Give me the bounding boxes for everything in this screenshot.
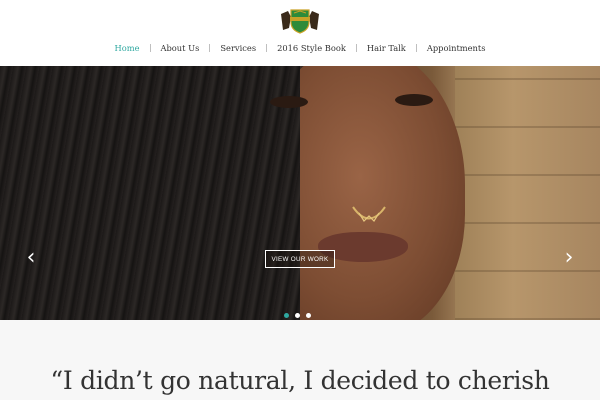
nav-divider (149, 44, 151, 52)
nav-divider (209, 44, 211, 52)
wood-background (455, 66, 600, 320)
slider-dot-3[interactable] (306, 313, 311, 318)
slider-dot-1[interactable] (284, 313, 289, 318)
slider-next-button[interactable]: › (560, 244, 578, 272)
hero-hair (0, 66, 300, 320)
nav-item-home[interactable]: Home (114, 43, 139, 53)
nav-divider (266, 44, 268, 52)
main-nav: Home About Us Services 2016 Style Book H… (0, 41, 600, 55)
nav-item-services[interactable]: Services (220, 43, 256, 53)
slider-prev-button[interactable]: ‹ (22, 244, 40, 272)
nav-divider (355, 44, 357, 52)
page: Home About Us Services 2016 Style Book H… (0, 0, 600, 400)
nav-divider (415, 44, 417, 52)
nav-item-appointments[interactable]: Appointments (427, 43, 486, 53)
hero-eye-left (270, 96, 308, 108)
crest-logo-icon[interactable] (279, 8, 321, 34)
hero-slider: ‹ › (0, 66, 600, 320)
nav-item-about-us[interactable]: About Us (161, 43, 200, 53)
testimonial-quote: “I didn’t go natural, I decided to cheri… (50, 366, 550, 395)
slider-pagination (284, 313, 311, 319)
nav-item-hair-talk[interactable]: Hair Talk (367, 43, 406, 53)
view-our-work-button[interactable]: VIEW OUR WORK (265, 250, 335, 268)
slider-dot-2[interactable] (295, 313, 300, 318)
nav-item-style-book[interactable]: 2016 Style Book (277, 43, 346, 53)
site-header: Home About Us Services 2016 Style Book H… (0, 0, 600, 66)
quote-section: “I didn’t go natural, I decided to cheri… (0, 320, 600, 400)
septum-ring-icon (352, 206, 386, 222)
hero-eye-right (395, 94, 433, 106)
